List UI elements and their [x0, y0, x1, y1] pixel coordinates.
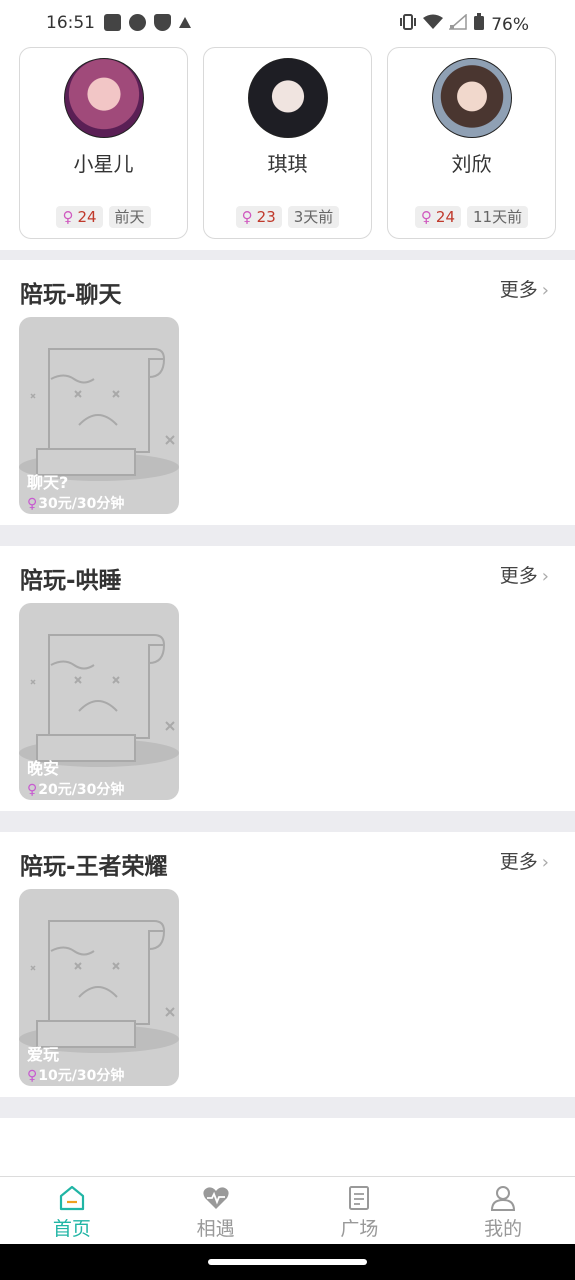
battery-icon	[473, 13, 485, 36]
card-title: 晚安	[27, 759, 60, 778]
avatar[interactable]	[432, 58, 512, 138]
user-card[interactable]: 琪琪 ♀ 23 3天前	[203, 47, 372, 239]
age-value: 24	[435, 208, 455, 226]
section-sleep: 陪玩-哄睡 更多 › 晚安 ♀20元/30分钟	[0, 546, 575, 811]
home-icon	[58, 1185, 86, 1215]
more-link[interactable]: 更多 ›	[500, 561, 549, 588]
tab-home[interactable]: 首页	[0, 1177, 144, 1244]
age-value: 24	[77, 208, 97, 226]
service-card[interactable]: 聊天? ♀30元/30分钟	[19, 317, 179, 514]
warning-icon	[179, 17, 191, 28]
bottom-tab-bar: 首页 相遇 广场 我的	[0, 1176, 575, 1244]
last-seen-badge: 11天前	[467, 206, 529, 228]
female-icon: ♀	[27, 496, 38, 512]
female-icon: ♀	[27, 1068, 38, 1084]
section-chat: 陪玩-聊天 更多 › 聊天? ♀30元/30分钟	[0, 260, 575, 525]
female-icon: ♀	[420, 208, 432, 226]
price-value: 20元/30分钟	[38, 782, 125, 798]
notification-icons	[104, 14, 191, 31]
chevron-right-icon: ›	[541, 852, 549, 873]
tab-plaza[interactable]: 广场	[288, 1177, 432, 1244]
last-seen-badge: 3天前	[287, 206, 340, 228]
user-meta: ♀ 23 3天前	[204, 206, 371, 228]
wifi-icon	[423, 14, 444, 35]
section-title: 陪玩-聊天	[20, 282, 122, 308]
user-meta: ♀ 24 11天前	[388, 206, 555, 228]
section-divider	[0, 811, 575, 832]
user-name: 琪琪	[267, 152, 308, 176]
section-title: 陪玩-王者荣耀	[20, 854, 168, 880]
user-card[interactable]: 小星儿 ♀ 24 前天	[19, 47, 188, 239]
female-icon: ♀	[241, 208, 253, 226]
tab-encounter[interactable]: 相遇	[144, 1177, 288, 1244]
system-nav-bar	[0, 1244, 575, 1280]
tab-label: 我的	[484, 1218, 523, 1240]
user-name: 小星儿	[73, 152, 134, 176]
chevron-right-icon: ›	[541, 566, 549, 587]
home-gesture-pill[interactable]	[208, 1259, 367, 1265]
more-label: 更多	[499, 851, 538, 873]
more-label: 更多	[499, 279, 538, 301]
shopping-bag-icon	[104, 14, 121, 31]
recent-users: 小星儿 ♀ 24 前天 琪琪 ♀ 23 3天前 刘欣 ♀ 24 11天前	[19, 47, 556, 239]
age-value: 23	[256, 208, 276, 226]
section-divider	[0, 250, 575, 260]
tab-label: 相遇	[196, 1218, 235, 1240]
card-price: ♀30元/30分钟	[27, 493, 124, 513]
last-seen-badge: 前天	[108, 206, 151, 228]
more-link[interactable]: 更多 ›	[500, 275, 549, 302]
tab-label: 首页	[52, 1218, 91, 1240]
age-badge: ♀ 23	[235, 206, 282, 228]
vibrate-icon	[399, 14, 417, 35]
user-meta: ♀ 24 前天	[20, 206, 187, 228]
avatar[interactable]	[248, 58, 328, 138]
tab-mine[interactable]: 我的	[431, 1177, 575, 1244]
service-card[interactable]: 晚安 ♀20元/30分钟	[19, 603, 179, 800]
check-circle-icon	[129, 14, 146, 31]
system-icons: 76%	[399, 13, 529, 36]
card-title: 聊天?	[27, 473, 69, 492]
age-badge: ♀ 24	[56, 206, 103, 228]
female-icon: ♀	[62, 208, 74, 226]
card-price: ♀20元/30分钟	[27, 779, 124, 799]
chevron-right-icon: ›	[541, 280, 549, 301]
female-icon: ♀	[27, 782, 38, 798]
heart-pulse-icon	[202, 1185, 230, 1215]
section-divider	[0, 1097, 575, 1118]
status-bar: 16:51 76%	[0, 0, 575, 46]
user-card[interactable]: 刘欣 ♀ 24 11天前	[387, 47, 556, 239]
shield-alert-icon	[154, 14, 171, 31]
section-game: 陪玩-王者荣耀 更多 › 爱玩 ♀10元/30分钟	[0, 832, 575, 1097]
price-value: 30元/30分钟	[38, 496, 125, 512]
square-clipboard-icon	[345, 1185, 373, 1215]
avatar[interactable]	[64, 58, 144, 138]
signal-icon	[448, 13, 467, 35]
card-title: 爱玩	[27, 1045, 60, 1064]
battery-percent: 76%	[491, 14, 529, 35]
tab-label: 广场	[340, 1218, 379, 1240]
more-link[interactable]: 更多 ›	[500, 847, 549, 874]
profile-icon	[489, 1185, 517, 1215]
user-name: 刘欣	[451, 152, 492, 176]
service-card[interactable]: 爱玩 ♀10元/30分钟	[19, 889, 179, 1086]
section-divider	[0, 525, 575, 546]
more-label: 更多	[499, 565, 538, 587]
card-price: ♀10元/30分钟	[27, 1065, 124, 1085]
status-time: 16:51	[46, 13, 95, 33]
age-badge: ♀ 24	[414, 206, 461, 228]
section-title: 陪玩-哄睡	[20, 568, 122, 594]
price-value: 10元/30分钟	[38, 1068, 125, 1084]
